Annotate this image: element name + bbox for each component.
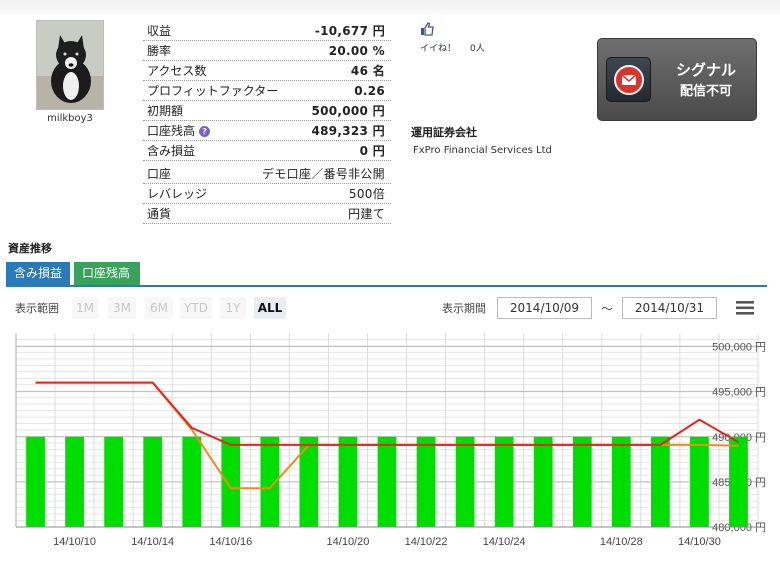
bar [221, 436, 241, 527]
range-1m-button[interactable]: 1M [72, 297, 98, 319]
bar [65, 436, 84, 527]
stat-leverage: レバレッジ 500倍 [143, 184, 391, 204]
period-label: 表示期間 [442, 302, 486, 315]
signal-button-label: シグナル [675, 61, 736, 79]
stat-value: 0 円 [359, 144, 385, 158]
range-1y-button[interactable]: 1Y [220, 297, 246, 319]
stat-unrealized-pl: 含み損益 0 円 [143, 141, 391, 161]
range-3m-button[interactable]: 3M [108, 297, 136, 319]
x-tick-label: 14/10/16 [209, 536, 252, 548]
tab-account-balance[interactable]: 口座残高 [74, 262, 140, 285]
bar [572, 436, 592, 527]
x-tick-label: 14/10/22 [405, 536, 448, 548]
bar [104, 436, 124, 527]
top-bar [0, 0, 780, 14]
bar [650, 436, 670, 527]
y-tick-label: 495,000 円 [712, 387, 766, 399]
bar [611, 436, 631, 527]
x-tick-label: 14/10/28 [600, 536, 643, 548]
section-title: 資産推移 [8, 242, 52, 255]
stat-access-count: アクセス数 46 名 [143, 61, 391, 81]
bar [494, 436, 514, 527]
y-tick-label: 500,000 円 [712, 342, 766, 354]
x-tick-label: 14/10/20 [327, 536, 370, 548]
stat-value: 489,323 円 [311, 124, 385, 138]
thumbs-up-icon[interactable] [420, 22, 434, 36]
broker-title: 運用証券会社 [411, 126, 477, 139]
mail-icon [614, 65, 644, 95]
x-tick-label: 14/10/30 [678, 536, 721, 548]
help-icon[interactable]: ? [199, 126, 211, 137]
stat-label-text: 口座残高 [147, 124, 196, 138]
asset-chart: 480,000 円485,000 円490,000 円495,000 円500,… [15, 333, 766, 548]
stat-balance: 口座残高? 489,323 円 [143, 121, 391, 141]
stat-value: 円建て [348, 207, 385, 221]
stat-label: 初期額 [147, 104, 184, 118]
bar [26, 436, 45, 527]
bar [533, 436, 553, 527]
bar [377, 436, 397, 527]
bar [143, 436, 163, 527]
stat-value: デモ口座／番号非公開 [261, 167, 385, 181]
stat-initial-amount: 初期額 500,000 円 [143, 101, 391, 121]
stat-currency: 通貨 円建て [143, 204, 391, 224]
range-ytd-button[interactable]: YTD [180, 297, 212, 319]
stat-label: 含み損益 [147, 144, 196, 158]
bar [690, 436, 709, 527]
like-label: イイね！ [420, 44, 457, 54]
stat-label: 通貨 [147, 207, 172, 221]
stat-label: 勝率 [147, 44, 172, 58]
stat-value: 46 名 [350, 64, 385, 78]
stat-label: レバレッジ [147, 187, 208, 201]
tab-underline [6, 285, 767, 287]
x-tick-label: 14/10/14 [131, 536, 174, 548]
stat-value: -10,677 円 [314, 24, 385, 38]
avatar[interactable] [36, 20, 104, 110]
menu-icon[interactable] [736, 301, 754, 315]
stats-table: 収益 -10,677 円 勝率 20.00 % アクセス数 46 名 プロフィッ… [143, 21, 391, 224]
username[interactable]: milkboy3 [36, 113, 104, 124]
date-separator: 〜 [601, 302, 614, 316]
stat-profit-factor: プロフィットファクター 0.26 [143, 81, 391, 101]
stat-label: アクセス数 [147, 64, 207, 78]
signal-button[interactable]: シグナル 配信不可 [597, 38, 757, 121]
x-tick-label: 14/10/10 [53, 536, 96, 548]
stat-value: 500倍 [348, 187, 385, 201]
stat-value: 0.26 [354, 84, 385, 98]
stat-account: 口座 デモ口座／番号非公開 [143, 164, 391, 184]
signal-icon-box [606, 57, 651, 102]
x-tick-label: 14/10/24 [483, 536, 526, 548]
dog-photo-icon [37, 21, 103, 109]
date-from-input[interactable]: 2014/10/09 [497, 297, 592, 319]
bar [729, 436, 748, 527]
stat-label: プロフィットファクター [147, 84, 279, 98]
stat-label: 口座 [147, 167, 172, 181]
date-to-input[interactable]: 2014/10/31 [622, 297, 717, 319]
stat-value: 20.00 % [328, 44, 385, 58]
stat-profit: 収益 -10,677 円 [143, 21, 391, 41]
bar [299, 436, 319, 527]
bar [455, 436, 475, 527]
stat-win-rate: 勝率 20.00 % [143, 41, 391, 61]
bar [338, 436, 358, 527]
stat-label: 口座残高? [147, 121, 211, 141]
signal-button-sublabel: 配信不可 [679, 84, 732, 99]
range-label: 表示範囲 [15, 302, 59, 315]
range-all-button[interactable]: ALL [254, 297, 286, 319]
broker-name: FxPro Financial Services Ltd [413, 145, 552, 156]
like-count: 0人 [470, 44, 485, 54]
bar [182, 436, 202, 527]
stat-label: 収益 [147, 24, 172, 38]
stat-value: 500,000 円 [311, 104, 385, 118]
bar [416, 436, 436, 527]
range-6m-button[interactable]: 6M [145, 297, 173, 319]
tab-unrealized-pl[interactable]: 含み損益 [6, 262, 70, 285]
